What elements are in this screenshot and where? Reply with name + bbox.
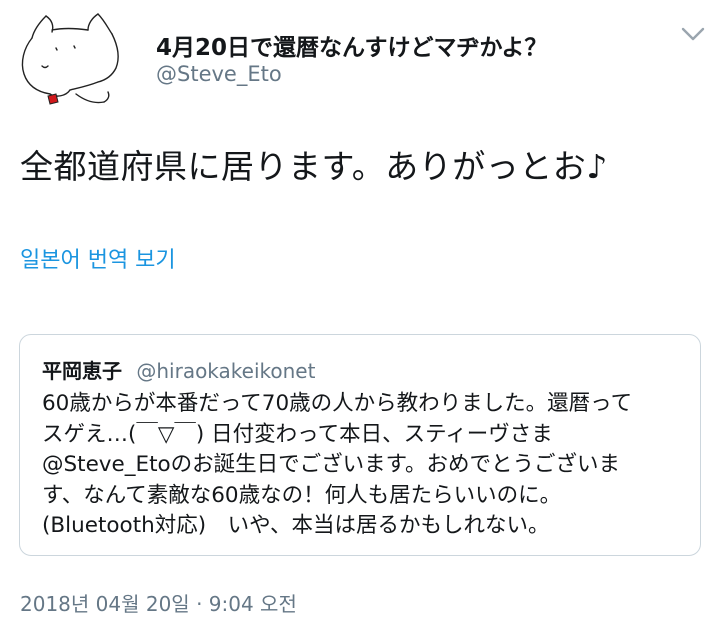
quoted-tweet[interactable]: 平岡恵子 @hirаokakeikonet 60歳からが本番だって70歳の人から… — [19, 334, 701, 556]
chevron-down-icon[interactable] — [678, 20, 708, 48]
tweet-timestamp[interactable]: 2018년 04월 20일 · 9:04 오전 — [20, 588, 297, 617]
author-display-name[interactable]: 4月20日で還暦なんすけどマヂかよ？ — [156, 28, 547, 62]
tweet-text: 全都道府県に居ります。ありがっとお♪ — [20, 147, 608, 186]
quoted-text-line: スゲえ…(￣▽￣) 日付変わって本日、スティーヴさま — [42, 421, 553, 447]
author-handle[interactable]: @Steve_Eto — [156, 62, 282, 86]
quoted-text-line: す、なんて素敵な60歳なの！何人も居たらいいのに。 — [42, 482, 562, 508]
quoted-tweet-text: 60歳からが本番だって70歳の人から教わりました。還暦って スゲえ…(￣▽￣) … — [42, 389, 682, 542]
avatar[interactable] — [12, 8, 126, 112]
tweet-card: 4月20日で還暦なんすけどマヂかよ？ @Steve_Eto 全都道府県に居ります… — [0, 0, 720, 623]
quoted-text-line: 60歳からが本番だって70歳の人から教わりました。還暦って — [42, 391, 633, 416]
quoted-tweet-header: 平岡恵子 @hirаokakeikonet — [42, 355, 315, 384]
quoted-author-name: 平岡恵子 — [42, 359, 122, 383]
translate-link[interactable]: 일본어 번역 보기 — [20, 242, 176, 274]
quoted-text-line: @Steve_Etoのお誕生日でございます。おめでとうございま — [42, 452, 621, 477]
quoted-author-handle: @hirаokakeikonet — [136, 359, 316, 383]
quoted-text-line: (Bluetooth対応) いや、本当は居るかもしれない。 — [42, 513, 550, 538]
